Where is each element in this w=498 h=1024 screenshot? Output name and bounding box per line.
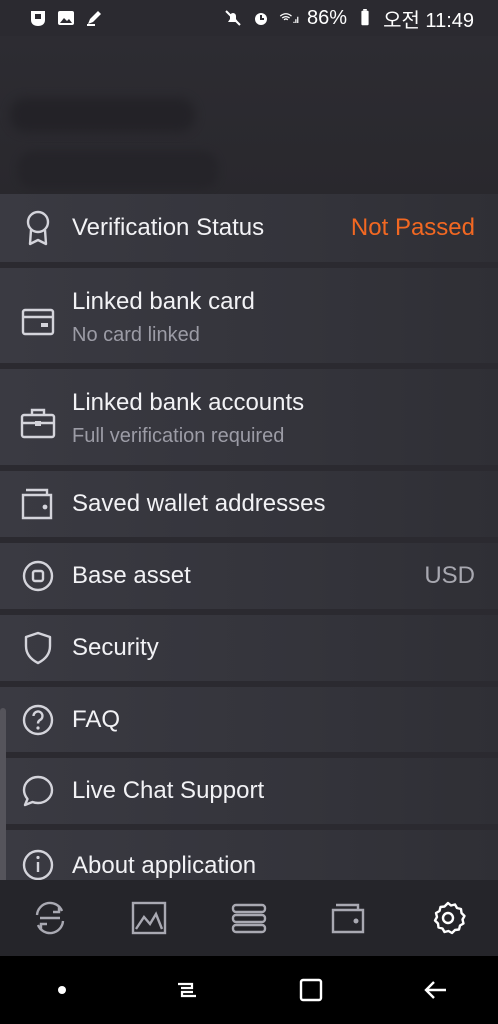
edit-notification-icon bbox=[87, 11, 101, 26]
about-application-label: About application bbox=[72, 852, 257, 879]
card-icon bbox=[18, 302, 58, 342]
dot-icon bbox=[58, 986, 67, 994]
clock-time: 오전 11:49 bbox=[383, 9, 474, 32]
status-bar: 86% 오전 11:49 bbox=[0, 0, 498, 36]
home-square-icon bbox=[300, 978, 323, 1002]
bottom-navigation bbox=[0, 880, 498, 956]
linked-bank-card-item[interactable]: Linked bank card No card linked bbox=[0, 268, 498, 363]
wallet-icon bbox=[18, 484, 58, 524]
linked-bank-accounts-item[interactable]: Linked bank accounts Full verification r… bbox=[0, 369, 498, 465]
chart-icon bbox=[132, 901, 167, 935]
home-button[interactable] bbox=[281, 965, 341, 1015]
wallet-tab[interactable] bbox=[319, 888, 379, 948]
briefcase-icon bbox=[18, 403, 58, 443]
exchange-tab[interactable] bbox=[20, 888, 80, 948]
balances-tab[interactable] bbox=[219, 888, 279, 948]
target-icon bbox=[18, 556, 58, 596]
live-chat-support-item[interactable]: Live Chat Support bbox=[0, 758, 498, 824]
about-application-item[interactable]: About application bbox=[0, 830, 498, 881]
scrollbar-thumb[interactable] bbox=[0, 708, 6, 904]
stack-icon bbox=[231, 903, 267, 934]
linked-bank-card-subtitle: No card linked bbox=[72, 324, 200, 346]
faq-item[interactable]: FAQ bbox=[0, 687, 498, 752]
info-icon bbox=[18, 845, 58, 885]
wallet-nav-icon bbox=[331, 903, 364, 934]
image-notification-icon bbox=[58, 11, 74, 25]
wifi-signal-icon bbox=[279, 13, 299, 23]
saved-wallet-addresses-label: Saved wallet addresses bbox=[72, 490, 326, 517]
app-notification-icon bbox=[31, 11, 45, 26]
battery-icon bbox=[361, 9, 369, 26]
base-asset-item[interactable]: Base asset USD bbox=[0, 543, 498, 609]
alarm-icon bbox=[255, 13, 268, 25]
obscured-account-name bbox=[10, 98, 195, 132]
battery-percent: 86% bbox=[307, 6, 348, 29]
status-left-icons bbox=[28, 9, 104, 27]
recent-apps-button[interactable] bbox=[157, 965, 217, 1015]
status-right-icons: 86% 오전 11:49 bbox=[223, 4, 474, 33]
settings-tab[interactable] bbox=[418, 888, 478, 948]
system-navigation-bar bbox=[0, 956, 498, 1024]
shield-icon bbox=[18, 628, 58, 668]
system-dot-button[interactable] bbox=[32, 965, 92, 1015]
chart-tab[interactable] bbox=[119, 888, 179, 948]
verification-status-value: Not Passed bbox=[350, 214, 475, 241]
base-asset-value: USD bbox=[424, 562, 475, 589]
obscured-account-email bbox=[18, 151, 218, 189]
mute-icon bbox=[225, 10, 241, 26]
saved-wallet-addresses-item[interactable]: Saved wallet addresses bbox=[0, 471, 498, 537]
badge-icon bbox=[18, 208, 58, 248]
live-chat-support-label: Live Chat Support bbox=[72, 777, 265, 804]
linked-bank-accounts-label: Linked bank accounts bbox=[72, 389, 305, 416]
verification-status-item[interactable]: Verification Status Not Passed bbox=[0, 194, 498, 262]
back-button[interactable] bbox=[406, 965, 466, 1015]
security-item[interactable]: Security bbox=[0, 615, 498, 681]
refresh-icon bbox=[35, 901, 64, 935]
back-arrow-icon bbox=[424, 981, 446, 999]
linked-bank-card-label: Linked bank card bbox=[72, 288, 255, 315]
security-label: Security bbox=[72, 634, 159, 661]
base-asset-label: Base asset bbox=[72, 562, 191, 589]
recent-apps-icon bbox=[177, 982, 196, 998]
faq-label: FAQ bbox=[72, 705, 121, 733]
linked-bank-accounts-subtitle: Full verification required bbox=[72, 425, 285, 447]
gear-icon bbox=[433, 901, 466, 935]
settings-menu: Verification Status Not Passed Linked ba… bbox=[0, 194, 498, 881]
chat-icon bbox=[18, 771, 58, 811]
verification-status-label: Verification Status bbox=[72, 214, 265, 241]
help-icon bbox=[18, 700, 58, 740]
account-header bbox=[0, 36, 498, 194]
